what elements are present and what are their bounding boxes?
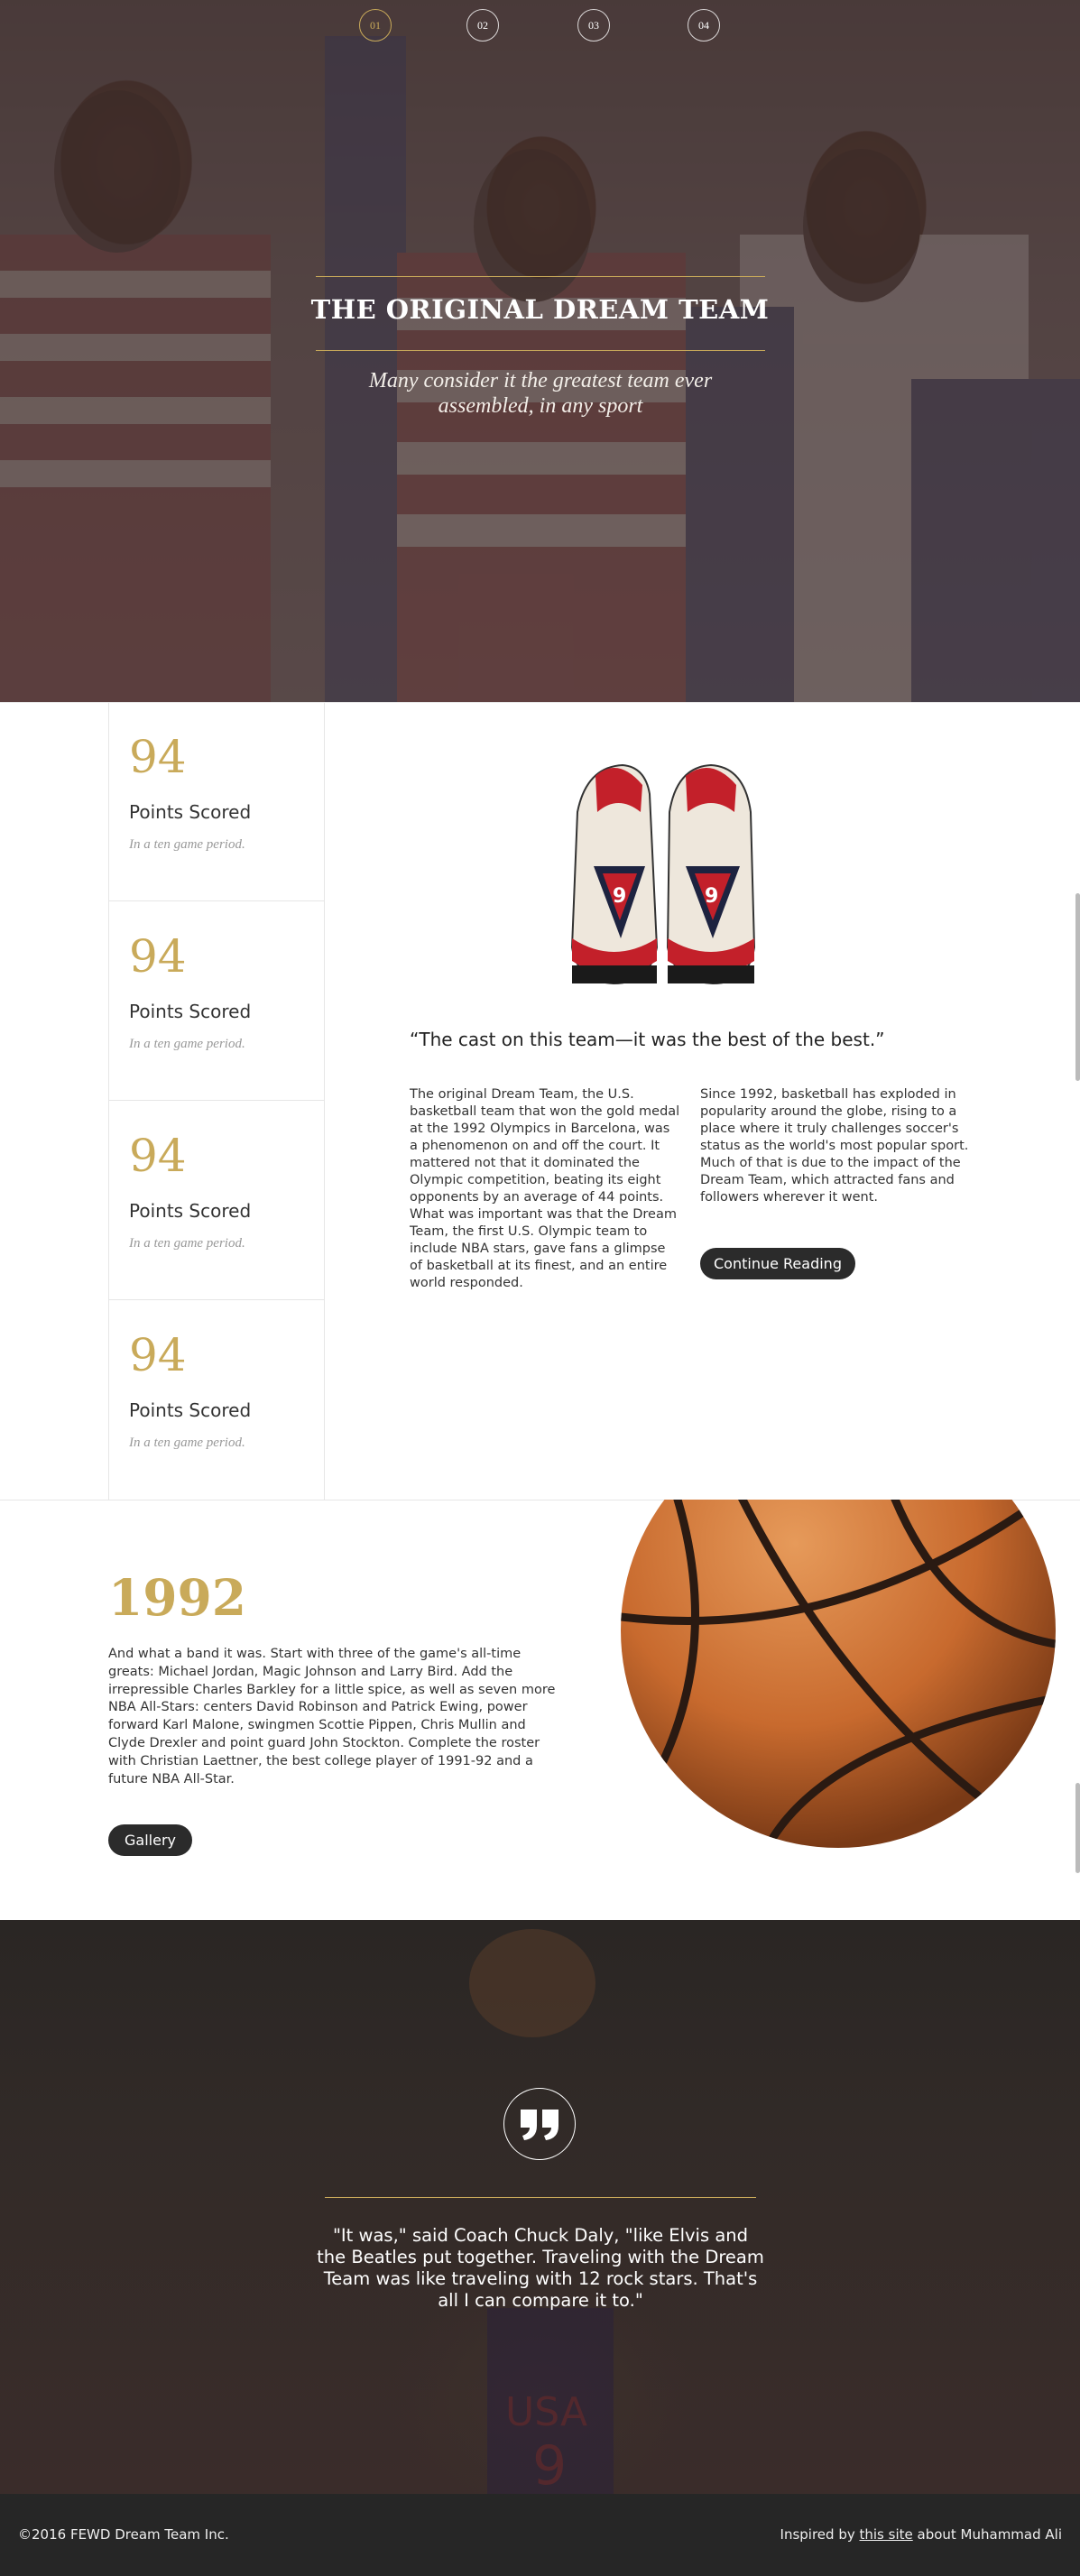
stat-value: 94 bbox=[129, 930, 187, 983]
stat-card: 94 Points Scored In a ten game period. bbox=[109, 1300, 324, 1500]
gallery-button[interactable]: Gallery bbox=[108, 1824, 192, 1856]
credit-suffix: about Muhammad Ali bbox=[912, 2526, 1063, 2543]
stat-label: Points Scored bbox=[129, 1200, 252, 1222]
stat-note: In a ten game period. bbox=[129, 1436, 245, 1450]
nav-dot-3[interactable]: 03 bbox=[577, 9, 610, 42]
article-column-1: The original Dream Team, the U.S. basket… bbox=[410, 1087, 680, 1290]
quote-section: USA 9 "It was," said Coach Chuck Daly, "… bbox=[0, 1920, 1080, 2494]
svg-text:9: 9 bbox=[705, 885, 718, 908]
hero-section: 01 02 03 04 THE ORIGINAL DREAM TEAM Many… bbox=[0, 0, 1080, 702]
hero-rule-top bbox=[316, 276, 765, 277]
stat-note: In a ten game period. bbox=[129, 1236, 245, 1251]
stats-column: 94 Points Scored In a ten game period. 9… bbox=[108, 702, 325, 1500]
stat-note: In a ten game period. bbox=[129, 837, 245, 852]
credit-prefix: Inspired by bbox=[780, 2526, 860, 2543]
inspiration-link[interactable]: this site bbox=[860, 2526, 913, 2543]
slide-nav: 01 02 03 04 bbox=[0, 9, 1080, 42]
stat-label: Points Scored bbox=[129, 801, 252, 823]
stat-value: 94 bbox=[129, 731, 187, 783]
stat-card: 94 Points Scored In a ten game period. bbox=[109, 702, 324, 901]
coach-quote: "It was," said Coach Chuck Daly, "like E… bbox=[317, 2225, 764, 2311]
hero-rule-bottom bbox=[316, 350, 765, 351]
hero-overlay bbox=[0, 0, 1080, 702]
quote-rule bbox=[325, 2197, 756, 2198]
stat-label: Points Scored bbox=[129, 1399, 252, 1421]
jordan-shoes-image: 9 9 bbox=[570, 763, 756, 985]
copyright: ©2016 FEWD Dream Team Inc. bbox=[18, 2526, 229, 2543]
scrollbar[interactable] bbox=[1075, 893, 1080, 1081]
scrollbar[interactable] bbox=[1075, 1783, 1080, 1873]
year-heading: 1992 bbox=[108, 1568, 247, 1627]
quote-background-photo: USA 9 bbox=[469, 1929, 614, 2494]
divider bbox=[0, 702, 1080, 703]
article-quote: “The cast on this team—it was the best o… bbox=[410, 1029, 885, 1050]
hero-subtitle: Many consider it the greatest team ever … bbox=[368, 369, 713, 418]
svg-text:USA: USA bbox=[505, 2389, 587, 2435]
article-column-2: Since 1992, basketball has exploded in p… bbox=[700, 1087, 969, 1205]
stat-card: 94 Points Scored In a ten game period. bbox=[109, 901, 324, 1101]
history-text: And what a band it was. Start with three… bbox=[108, 1647, 556, 1787]
credit: Inspired by this site about Muhammad Ali bbox=[780, 2526, 1062, 2543]
stat-label: Points Scored bbox=[129, 1001, 252, 1022]
page-title: THE ORIGINAL DREAM TEAM bbox=[310, 294, 770, 325]
stat-value: 94 bbox=[129, 1130, 187, 1182]
nav-dot-4[interactable]: 04 bbox=[688, 9, 720, 42]
svg-text:9: 9 bbox=[532, 2434, 567, 2494]
nav-dot-1[interactable]: 01 bbox=[359, 9, 392, 42]
svg-text:9: 9 bbox=[613, 885, 626, 908]
quote-icon bbox=[503, 2088, 576, 2160]
stat-value: 94 bbox=[129, 1329, 187, 1381]
continue-reading-button[interactable]: Continue Reading bbox=[700, 1248, 855, 1279]
stat-card: 94 Points Scored In a ten game period. bbox=[109, 1101, 324, 1300]
nav-dot-2[interactable]: 02 bbox=[466, 9, 499, 42]
basketball-image bbox=[621, 1500, 1056, 1848]
footer: ©2016 FEWD Dream Team Inc. Inspired by t… bbox=[0, 2494, 1080, 2576]
stat-note: In a ten game period. bbox=[129, 1037, 245, 1051]
